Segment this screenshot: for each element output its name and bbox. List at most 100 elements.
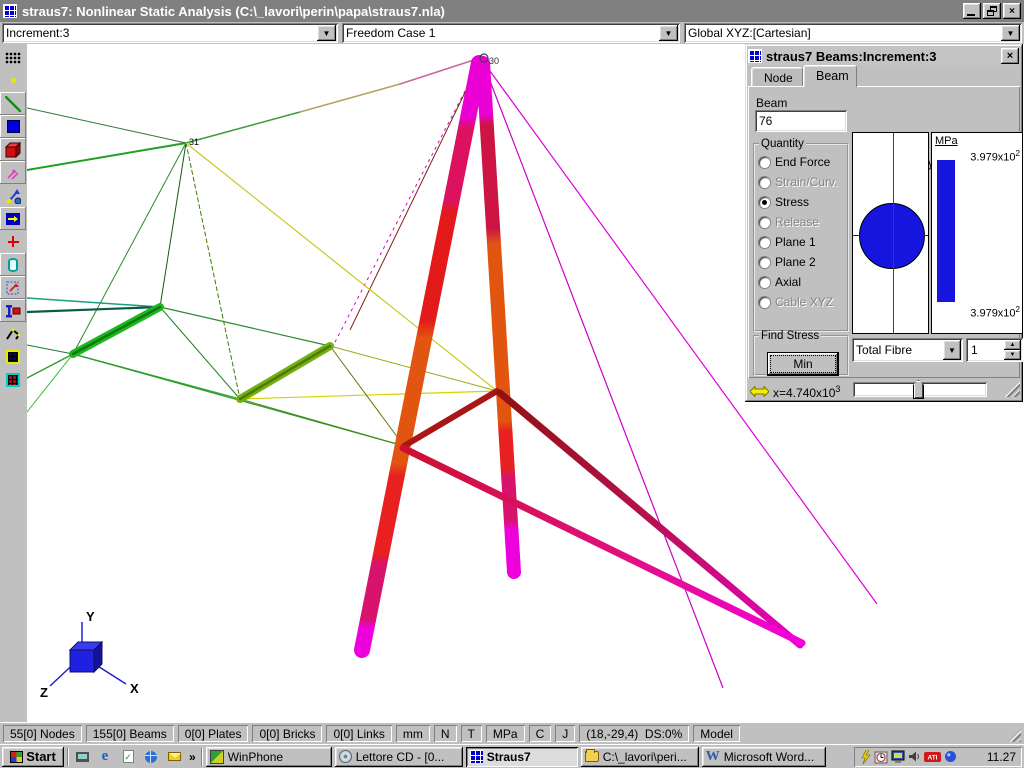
restore-button[interactable] [983, 3, 1001, 19]
task-label: Lettore CD - [0... [356, 750, 445, 764]
radio-plane-1[interactable]: Plane 1 [759, 232, 843, 252]
beam-line-icon [5, 96, 21, 112]
region-select-tool[interactable] [0, 276, 26, 299]
task-explorer-folder[interactable]: C:\_lavori\peri... [581, 747, 699, 767]
mail-icon [168, 752, 181, 761]
scale-color-bar [937, 160, 955, 302]
cross-tool[interactable] [0, 230, 26, 253]
cd-icon [339, 750, 352, 763]
min-button-label: Min [770, 355, 836, 373]
status-unit-stress[interactable]: MPa [486, 725, 525, 742]
radio-icon [759, 297, 770, 308]
section-view-panel [852, 132, 929, 334]
min-button[interactable]: Min [767, 352, 839, 376]
chevron-down-icon[interactable]: ▼ [317, 25, 336, 41]
status-plates[interactable]: 0[0] Plates [178, 725, 249, 742]
dialog-close-button[interactable]: × [1001, 48, 1019, 64]
scheduler-tray-icon[interactable] [874, 750, 888, 764]
tasks-icon[interactable]: ✓ [118, 747, 138, 767]
fibre-combobox[interactable]: Total Fibre ▼ [852, 338, 963, 362]
folder-icon [585, 751, 599, 762]
axes-triad: Y X Z [40, 609, 139, 700]
status-beams[interactable]: 155[0] Beams [86, 725, 174, 742]
status-unit-force[interactable]: N [434, 725, 457, 742]
beam-tool[interactable] [0, 92, 26, 115]
status-bricks[interactable]: 0[0] Bricks [252, 725, 322, 742]
status-unit-temp[interactable]: C [529, 725, 552, 742]
brick-tool[interactable] [0, 138, 26, 161]
radio-release: Release [759, 212, 843, 232]
plate-grid-tool[interactable] [0, 345, 26, 368]
chevron-down-icon[interactable]: ▼ [1001, 25, 1020, 41]
task-straus7[interactable]: Straus7 [466, 747, 578, 767]
task-cd-player[interactable]: Lettore CD - [0... [335, 747, 463, 767]
chevron-down-icon[interactable]: ▼ [659, 25, 678, 41]
radio-stress[interactable]: Stress [759, 192, 843, 212]
quick-launch-overflow[interactable]: » [187, 750, 198, 764]
toolbar-combos: Increment:3 ▼ Freedom Case 1 ▼ Global XY… [0, 22, 1024, 44]
radio-icon [759, 197, 770, 208]
internet-explorer-icon[interactable]: e [95, 747, 115, 767]
window-title: straus7: Nonlinear Static Analysis (C:\_… [22, 4, 958, 19]
section-tick-right [921, 235, 928, 236]
status-links[interactable]: 0[0] Links [326, 725, 391, 742]
position-slider-track[interactable] [853, 382, 987, 397]
radio-axial[interactable]: Axial [759, 272, 843, 292]
spinner-up-icon[interactable]: ▲ [1004, 340, 1021, 350]
beams-dialog[interactable]: straus7 Beams:Increment:3 × Node Beam Be… [745, 44, 1023, 402]
radio-plane-2[interactable]: Plane 2 [759, 252, 843, 272]
cylinder-tool[interactable] [0, 253, 26, 276]
vertex-select-tool[interactable] [0, 184, 26, 207]
status-unit-mass[interactable]: T [461, 725, 482, 742]
position-slider-thumb[interactable] [913, 380, 924, 399]
messenger-tray-icon[interactable] [944, 750, 957, 763]
beam-number-input[interactable]: 76 [755, 110, 847, 132]
task-winphone[interactable]: WinPhone [206, 747, 332, 767]
radio-cable-xyz: Cable XYZ [759, 292, 843, 312]
beam-section-tool[interactable] [0, 299, 26, 322]
windows-logo-icon [10, 751, 23, 763]
status-nodes[interactable]: 55[0] Nodes [3, 725, 82, 742]
start-button[interactable]: Start [2, 747, 64, 767]
status-mode: Model [693, 725, 740, 742]
ibeam-icon [5, 303, 21, 319]
window-titlebar[interactable]: straus7: Nonlinear Static Analysis (C:\_… [0, 0, 1024, 22]
status-unit-energy[interactable]: J [555, 725, 575, 742]
coord-system-combobox[interactable]: Global XYZ:[Cartesian] ▼ [684, 23, 1022, 43]
fibre-number-spinner[interactable]: 1 ▲ ▼ [966, 338, 1023, 362]
volume-tray-icon[interactable] [908, 750, 921, 763]
status-unit-length[interactable]: mm [396, 725, 430, 742]
minimize-button[interactable] [963, 3, 981, 19]
taskbar-clock[interactable]: 11.27 [987, 750, 1016, 764]
chevron-down-icon[interactable]: ▼ [943, 340, 961, 360]
radio-end-force[interactable]: End Force [759, 152, 843, 172]
system-tray: ATI 11.27 [854, 747, 1022, 767]
dialog-resize-grip[interactable] [1004, 381, 1020, 397]
node-tool[interactable] [0, 69, 26, 92]
word-icon: W [706, 749, 720, 765]
snap-grid-tool[interactable] [0, 46, 26, 69]
link-tool[interactable] [0, 161, 26, 184]
display-tray-icon[interactable] [891, 750, 905, 763]
radio-icon [759, 257, 770, 268]
tab-node[interactable]: Node [751, 67, 803, 87]
close-button[interactable]: × [1003, 3, 1021, 19]
show-desktop-icon[interactable] [72, 747, 92, 767]
task-word[interactable]: W Microsoft Word... [702, 747, 826, 767]
measure-tool[interactable] [0, 322, 26, 345]
element-move-tool[interactable] [0, 207, 26, 230]
tab-beam[interactable]: Beam [803, 65, 857, 87]
dialog-titlebar[interactable]: straus7 Beams:Increment:3 × [748, 47, 1020, 65]
outlook-icon[interactable] [164, 747, 184, 767]
power-tray-icon[interactable] [860, 750, 871, 764]
netmeeting-icon[interactable] [141, 747, 161, 767]
scale-unit-label: MPa [935, 135, 958, 147]
task-label: C:\_lavori\peri... [603, 750, 687, 764]
ati-tray-icon[interactable]: ATI [924, 751, 941, 763]
link-arrows-icon [5, 165, 21, 181]
brick-grid-tool[interactable] [0, 368, 26, 391]
freedom-case-combobox[interactable]: Freedom Case 1 ▼ [342, 23, 680, 43]
plate-tool[interactable] [0, 115, 26, 138]
increment-combobox[interactable]: Increment:3 ▼ [2, 23, 338, 43]
spinner-down-icon[interactable]: ▼ [1004, 350, 1021, 360]
